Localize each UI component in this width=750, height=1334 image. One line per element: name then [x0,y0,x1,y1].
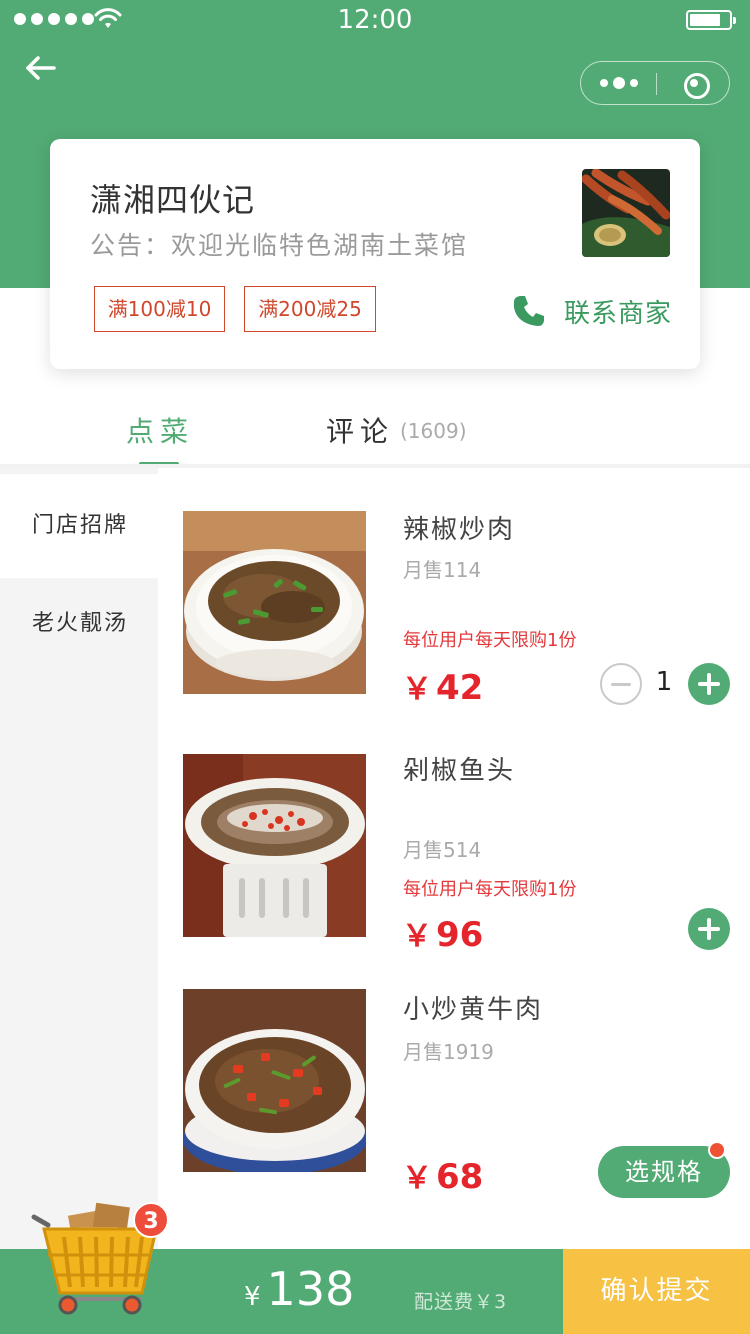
price-currency: ￥ [402,919,432,954]
dish-image[interactable] [183,989,366,1172]
dish-price: ￥ 96 [402,911,483,955]
review-count: (1609) [400,419,467,443]
category-sidebar: 门店招牌 老火靓汤 [0,468,158,1249]
price-value: 42 [436,668,484,708]
price-value: 68 [436,1157,484,1197]
plus-icon[interactable] [688,663,730,705]
status-time: 12:00 [337,5,413,35]
cart-total: ¥138 [244,1262,354,1316]
dish-monthly-sales: 月售514 [403,838,482,862]
notification-dot [708,1141,726,1159]
shop-name: 潇湘四伙记 [90,181,256,219]
contact-label: 联系商家 [564,298,673,329]
dish-image[interactable] [183,754,366,937]
dish-name: 小炒黄牛肉 [403,995,544,1025]
back-arrow-icon[interactable] [22,52,62,86]
dish-price: ￥ 68 [402,1153,483,1197]
total-currency: ¥ [244,1282,261,1312]
price-currency: ￥ [402,1161,432,1196]
price-currency: ￥ [402,672,432,707]
minus-icon[interactable] [600,663,642,705]
contact-merchant-button[interactable]: 联系商家 [512,291,672,331]
coupon-tag: 满100减10 [94,286,225,332]
status-bar: 12:00 [0,0,750,42]
dish-name: 剁椒鱼头 [403,756,516,786]
shop-notice: 公告：欢迎光临特色湖南土菜馆 [90,231,469,260]
mini-program-capsule [580,61,730,105]
dish-monthly-sales: 月售114 [403,558,482,582]
close-capsule-icon[interactable] [657,62,731,104]
shop-logo [582,169,670,257]
tab-order[interactable]: 点菜 [126,410,194,450]
total-value: 138 [266,1262,355,1316]
dish-purchase-limit: 每位用户每天限购1份 [403,630,577,651]
battery-icon [686,10,736,30]
price-value: 96 [436,915,484,955]
dish-price: ￥ 42 [402,664,483,708]
tab-review[interactable]: 评论 [326,410,394,450]
plus-icon[interactable] [688,908,730,950]
delivery-fee: 配送费￥3 [414,1291,508,1313]
confirm-submit-button[interactable]: 确认提交 [563,1249,750,1334]
coupon-tag: 满200减25 [244,286,376,332]
dish-purchase-limit: 每位用户每天限购1份 [403,879,577,900]
category-item-signature[interactable]: 门店招牌 [0,474,158,578]
dish-image[interactable] [183,511,366,694]
dish-quantity: 1 [655,667,673,697]
phone-icon [513,296,544,326]
category-item-soup[interactable]: 老火靓汤 [0,572,158,676]
dish-monthly-sales: 月售1919 [403,1040,494,1064]
dish-name: 辣椒炒肉 [403,515,516,545]
more-icon[interactable] [581,62,656,104]
shop-card: 潇湘四伙记 公告：欢迎光临特色湖南土菜馆 满100减10 满200减25 联系商… [50,139,700,369]
cart-badge: 3 [133,1202,169,1238]
